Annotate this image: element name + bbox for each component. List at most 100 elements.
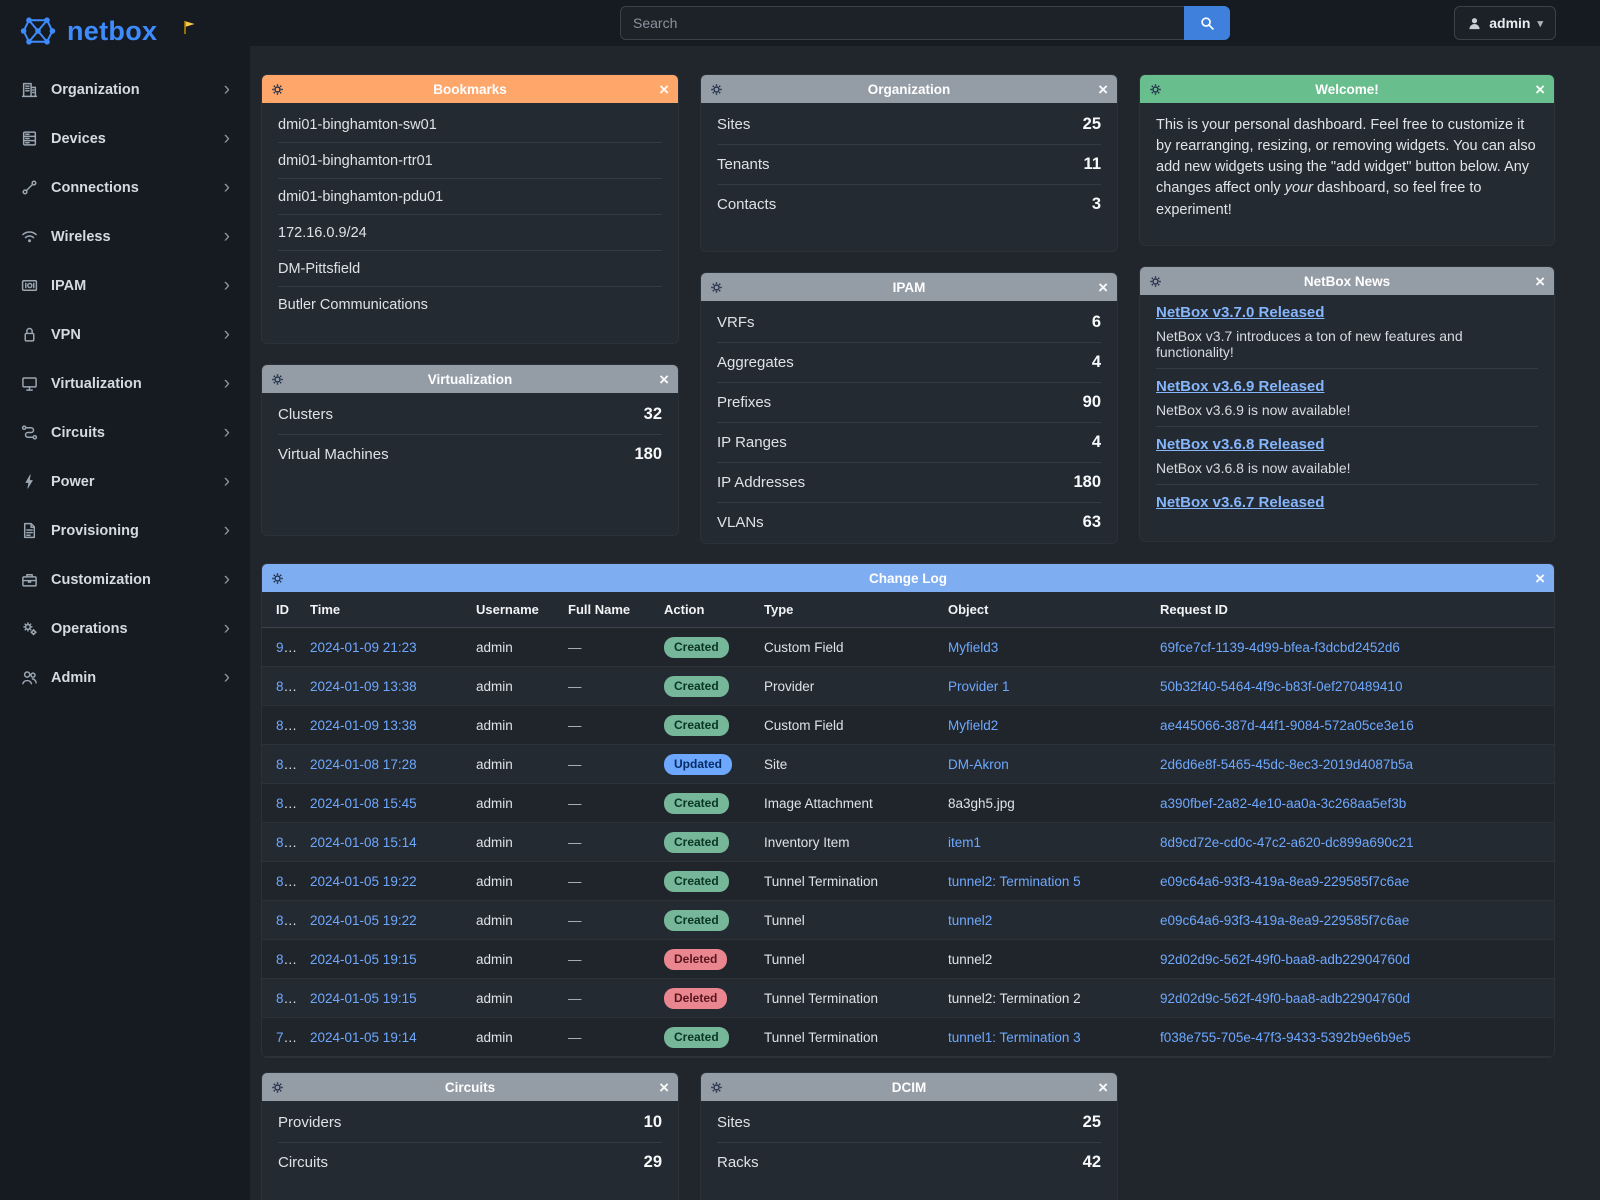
stat-value[interactable]: 10 bbox=[644, 1113, 662, 1132]
changelog-id-link[interactable]: 87 bbox=[276, 757, 297, 772]
widget-close-icon[interactable]: × bbox=[1098, 1079, 1108, 1096]
bookmark-item[interactable]: Butler Communications bbox=[278, 287, 662, 322]
sidebar-item-customization[interactable]: Customization › bbox=[0, 555, 250, 604]
changelog-id-link[interactable]: 88 bbox=[276, 718, 297, 733]
changelog-object-link[interactable]: item1 bbox=[948, 835, 981, 850]
stat-value[interactable]: 6 bbox=[1092, 313, 1101, 332]
sidebar-item-wireless[interactable]: Wireless › bbox=[0, 212, 250, 261]
changelog-widget-header[interactable]: Change Log × bbox=[262, 564, 1554, 592]
stat-value[interactable]: 4 bbox=[1092, 433, 1101, 452]
stat-value[interactable]: 90 bbox=[1083, 393, 1101, 412]
bookmark-item[interactable]: dmi01-binghamton-pdu01 bbox=[278, 179, 662, 215]
widget-settings-icon[interactable] bbox=[271, 373, 284, 386]
widget-close-icon[interactable]: × bbox=[1535, 81, 1545, 98]
widget-settings-icon[interactable] bbox=[1149, 275, 1162, 288]
bookmark-item[interactable]: dmi01-binghamton-sw01 bbox=[278, 107, 662, 143]
changelog-object-link[interactable]: tunnel2: Termination 2 bbox=[948, 991, 1081, 1006]
widget-settings-icon[interactable] bbox=[271, 1081, 284, 1094]
widget-settings-icon[interactable] bbox=[710, 281, 723, 294]
changelog-time-link[interactable]: 2024-01-08 15:45 bbox=[310, 796, 417, 811]
changelog-time-link[interactable]: 2024-01-05 19:22 bbox=[310, 913, 417, 928]
sidebar-item-circuits[interactable]: Circuits › bbox=[0, 408, 250, 457]
changelog-object-link[interactable]: Provider 1 bbox=[948, 679, 1010, 694]
widget-settings-icon[interactable] bbox=[271, 572, 284, 585]
stat-value[interactable]: 3 bbox=[1092, 195, 1101, 214]
changelog-request-id-link[interactable]: e09c64a6-93f3-419a-8ea9-229585f7c6ae bbox=[1160, 913, 1409, 928]
stat-value[interactable]: 25 bbox=[1083, 1113, 1101, 1132]
changelog-id-link[interactable]: 80 bbox=[276, 991, 297, 1006]
changelog-time-link[interactable]: 2024-01-09 13:38 bbox=[310, 679, 417, 694]
stat-value[interactable]: 4 bbox=[1092, 353, 1101, 372]
changelog-object-link[interactable]: tunnel1: Termination 3 bbox=[948, 1030, 1081, 1045]
widget-close-icon[interactable]: × bbox=[659, 371, 669, 388]
changelog-request-id-link[interactable]: f038e755-705e-47f3-9433-5392b9e6b9e5 bbox=[1160, 1030, 1411, 1045]
changelog-request-id-link[interactable]: 50b32f40-5464-4f9c-b83f-0ef270489410 bbox=[1160, 679, 1402, 694]
changelog-id-link[interactable]: 83 bbox=[276, 913, 297, 928]
sidebar-item-devices[interactable]: Devices › bbox=[0, 114, 250, 163]
widget-close-icon[interactable]: × bbox=[1535, 570, 1545, 587]
sidebar-item-admin[interactable]: Admin › bbox=[0, 653, 250, 702]
sidebar-item-virtualization[interactable]: Virtualization › bbox=[0, 359, 250, 408]
changelog-object-link[interactable]: tunnel2 bbox=[948, 913, 992, 928]
changelog-request-id-link[interactable]: 92d02d9c-562f-49f0-baa8-adb22904760d bbox=[1160, 991, 1410, 1006]
changelog-request-id-link[interactable]: 2d6d6e8f-5465-45dc-8ec3-2019d4087b5a bbox=[1160, 757, 1413, 772]
changelog-request-id-link[interactable]: 8d9cd72e-cd0c-47c2-a620-dc899a690c21 bbox=[1160, 835, 1414, 850]
ipam-widget-header[interactable]: IPAM × bbox=[701, 273, 1117, 301]
user-menu-button[interactable]: admin ▾ bbox=[1454, 6, 1556, 40]
news-link[interactable]: NetBox v3.6.9 Released bbox=[1156, 378, 1324, 395]
virtualization-widget-header[interactable]: Virtualization × bbox=[262, 365, 678, 393]
widget-settings-icon[interactable] bbox=[710, 83, 723, 96]
bookmark-item[interactable]: 172.16.0.9/24 bbox=[278, 215, 662, 251]
bookmark-flag-icon[interactable] bbox=[182, 20, 197, 35]
widget-close-icon[interactable]: × bbox=[659, 81, 669, 98]
changelog-time-link[interactable]: 2024-01-08 15:14 bbox=[310, 835, 417, 850]
widget-close-icon[interactable]: × bbox=[1098, 279, 1108, 296]
news-link[interactable]: NetBox v3.7.0 Released bbox=[1156, 304, 1324, 321]
sidebar-item-provisioning[interactable]: Provisioning › bbox=[0, 506, 250, 555]
changelog-request-id-link[interactable]: ae445066-387d-44f1-9084-572a05ce3e16 bbox=[1160, 718, 1414, 733]
widget-close-icon[interactable]: × bbox=[659, 1079, 669, 1096]
brand[interactable]: netbox bbox=[0, 0, 250, 65]
changelog-request-id-link[interactable]: e09c64a6-93f3-419a-8ea9-229585f7c6ae bbox=[1160, 874, 1409, 889]
stat-value[interactable]: 11 bbox=[1084, 155, 1101, 174]
sidebar-item-vpn[interactable]: VPN › bbox=[0, 310, 250, 359]
sidebar-item-operations[interactable]: Operations › bbox=[0, 604, 250, 653]
stat-value[interactable]: 42 bbox=[1083, 1153, 1101, 1172]
widget-settings-icon[interactable] bbox=[1149, 83, 1162, 96]
stat-value[interactable]: 29 bbox=[644, 1153, 662, 1172]
widget-settings-icon[interactable] bbox=[271, 83, 284, 96]
changelog-object-link[interactable]: Myfield2 bbox=[948, 718, 998, 733]
changelog-time-link[interactable]: 2024-01-05 19:15 bbox=[310, 991, 417, 1006]
changelog-id-link[interactable]: 86 bbox=[276, 796, 297, 811]
changelog-request-id-link[interactable]: a390fbef-2a82-4e10-aa0a-3c268aa5ef3b bbox=[1160, 796, 1406, 811]
news-link[interactable]: NetBox v3.6.8 Released bbox=[1156, 436, 1324, 453]
stat-value[interactable]: 180 bbox=[634, 445, 662, 464]
changelog-time-link[interactable]: 2024-01-05 19:15 bbox=[310, 952, 417, 967]
changelog-id-link[interactable]: 89 bbox=[276, 679, 297, 694]
changelog-time-link[interactable]: 2024-01-09 21:23 bbox=[310, 640, 417, 655]
organization-widget-header[interactable]: Organization × bbox=[701, 75, 1117, 103]
sidebar-item-connections[interactable]: Connections › bbox=[0, 163, 250, 212]
welcome-widget-header[interactable]: Welcome! × bbox=[1140, 75, 1554, 103]
stat-value[interactable]: 32 bbox=[644, 405, 662, 424]
changelog-time-link[interactable]: 2024-01-05 19:22 bbox=[310, 874, 417, 889]
stat-value[interactable]: 63 bbox=[1083, 513, 1101, 532]
search-button[interactable] bbox=[1184, 6, 1230, 40]
changelog-time-link[interactable]: 2024-01-09 13:38 bbox=[310, 718, 417, 733]
search-input[interactable] bbox=[620, 6, 1184, 40]
bookmarks-widget-header[interactable]: Bookmarks × bbox=[262, 75, 678, 103]
changelog-time-link[interactable]: 2024-01-08 17:28 bbox=[310, 757, 417, 772]
news-widget-header[interactable]: NetBox News × bbox=[1140, 267, 1554, 295]
changelog-request-id-link[interactable]: 92d02d9c-562f-49f0-baa8-adb22904760d bbox=[1160, 952, 1410, 967]
changelog-request-id-link[interactable]: 69fce7cf-1139-4d99-bfea-f3dcbd2452d6 bbox=[1160, 640, 1400, 655]
bookmark-item[interactable]: dmi01-binghamton-rtr01 bbox=[278, 143, 662, 179]
changelog-id-link[interactable]: 90 bbox=[276, 640, 297, 655]
sidebar-item-power[interactable]: Power › bbox=[0, 457, 250, 506]
stat-value[interactable]: 25 bbox=[1083, 115, 1101, 134]
widget-settings-icon[interactable] bbox=[710, 1081, 723, 1094]
sidebar-item-ipam[interactable]: IPAM › bbox=[0, 261, 250, 310]
changelog-id-link[interactable]: 81 bbox=[276, 952, 297, 967]
changelog-object-link[interactable]: Myfield3 bbox=[948, 640, 998, 655]
widget-close-icon[interactable]: × bbox=[1535, 273, 1545, 290]
changelog-object-link[interactable]: tunnel2: Termination 5 bbox=[948, 874, 1081, 889]
